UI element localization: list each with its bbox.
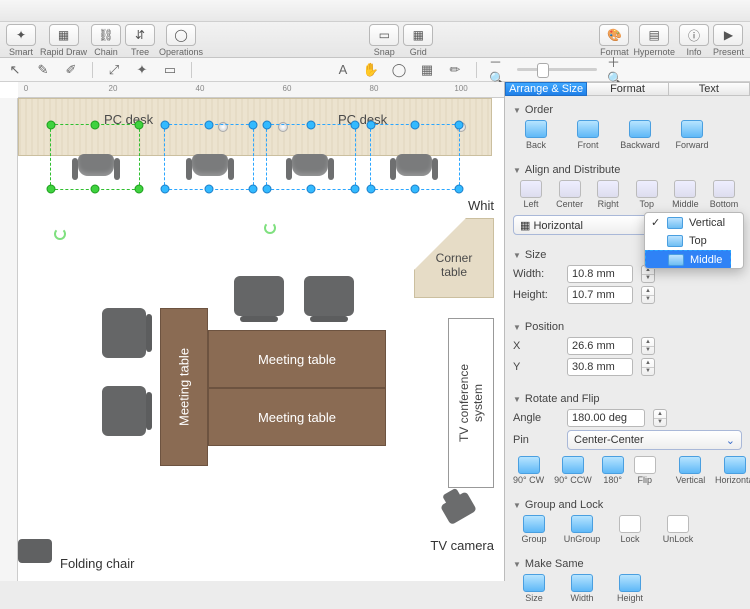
- meeting-chair[interactable]: [102, 308, 146, 358]
- swatch-tool-icon[interactable]: ▦: [418, 61, 436, 79]
- rotate-180-button[interactable]: 180°: [602, 456, 624, 485]
- zoom-slider[interactable]: [517, 68, 597, 71]
- ungroup-button[interactable]: UnGroup: [565, 515, 599, 544]
- meeting-chair[interactable]: [102, 386, 146, 436]
- pin-combo[interactable]: Center-Center⌄: [567, 430, 742, 450]
- tab-text[interactable]: Text: [669, 82, 750, 96]
- align-bottom-button[interactable]: Bottom: [708, 180, 740, 209]
- tab-arrange-size[interactable]: Arrange & Size: [505, 82, 587, 96]
- menu-item-top[interactable]: Top: [645, 232, 743, 250]
- folding-chair-label: Folding chair: [60, 556, 134, 571]
- section-position[interactable]: Position: [513, 321, 742, 333]
- align-top-button[interactable]: Top: [631, 180, 663, 209]
- height-input[interactable]: 10.7 mm: [567, 286, 633, 304]
- tv-conference-system[interactable]: TV conference system: [448, 318, 494, 488]
- group-button[interactable]: Group: [517, 515, 551, 544]
- canvas-area[interactable]: 0 20 40 60 80 100 PC desk PC desk: [0, 82, 504, 581]
- spinner-icon: [54, 228, 66, 240]
- align-right-button[interactable]: Right: [592, 180, 624, 209]
- brush-tool-icon[interactable]: ✎: [34, 61, 52, 79]
- width-input[interactable]: 10.8 mm: [567, 265, 633, 283]
- chain-button[interactable]: ⛓Chain: [91, 24, 121, 57]
- menu-item-vertical[interactable]: ✓Vertical: [645, 213, 743, 232]
- smart-button[interactable]: ✦Smart: [6, 24, 36, 57]
- section-make-same[interactable]: Make Same: [513, 558, 742, 570]
- selection[interactable]: [266, 124, 356, 190]
- rapid-draw-button[interactable]: ▦Rapid Draw: [40, 24, 87, 57]
- lock-button[interactable]: Lock: [613, 515, 647, 544]
- folding-chair[interactable]: [18, 539, 52, 563]
- dropper-tool-icon[interactable]: ✐: [62, 61, 80, 79]
- tree-button[interactable]: ⇵Tree: [125, 24, 155, 57]
- order-backward-button[interactable]: Backward: [621, 120, 659, 150]
- inspector-panel: Arrange & Size Format Text Order Back Fr…: [504, 82, 750, 581]
- meeting-table[interactable]: Meeting table: [208, 388, 386, 446]
- present-button[interactable]: ▶Present: [713, 24, 744, 57]
- section-order[interactable]: Order: [513, 104, 742, 116]
- hypernote-button[interactable]: ▤Hypernote: [633, 24, 675, 57]
- y-input[interactable]: 30.8 mm: [567, 358, 633, 376]
- flip-horizontal-button[interactable]: Horizontal: [715, 456, 750, 485]
- flip-vertical-button[interactable]: Vertical: [676, 456, 706, 485]
- drawing-toolbar: ↖ ✎ ✐ ⤢ ✦ ▭ A ✋ ◯ ▦ ✏ －🔍 ＋🔍: [0, 58, 750, 82]
- pointer-tool-icon[interactable]: ↖: [6, 61, 24, 79]
- selection[interactable]: [370, 124, 460, 190]
- order-forward-button[interactable]: Forward: [673, 120, 711, 150]
- unlock-button[interactable]: UnLock: [661, 515, 695, 544]
- ruler-vertical: [0, 98, 18, 581]
- section-group[interactable]: Group and Lock: [513, 499, 742, 511]
- window-titlebar: Unsaved ConceptDraw DIAGRAM Document - F…: [0, 0, 750, 22]
- shape-tool-icon[interactable]: ◯: [390, 61, 408, 79]
- y-stepper[interactable]: ▲▼: [641, 358, 655, 376]
- crop-tool-icon[interactable]: ▭: [161, 61, 179, 79]
- wand-tool-icon[interactable]: ✦: [133, 61, 151, 79]
- zoom-out-icon[interactable]: －🔍: [489, 61, 507, 79]
- flip-button[interactable]: Flip: [634, 456, 656, 485]
- info-button[interactable]: ⓘInfo: [679, 24, 709, 57]
- same-width-button[interactable]: Width: [565, 574, 599, 603]
- selection[interactable]: [50, 124, 140, 190]
- rotate-ccw-button[interactable]: 90° CCW: [554, 456, 592, 485]
- zoom-in-icon[interactable]: ＋🔍: [607, 61, 625, 79]
- align-middle-button[interactable]: Middle: [669, 180, 701, 209]
- x-input[interactable]: 26.6 mm: [567, 337, 633, 355]
- rotate-cw-button[interactable]: 90° CW: [513, 456, 544, 485]
- meeting-table[interactable]: Meeting table: [208, 330, 386, 388]
- operations-button[interactable]: ◯Operations: [159, 24, 203, 57]
- corner-table[interactable]: Corner table: [414, 218, 494, 298]
- same-height-button[interactable]: Height: [613, 574, 647, 603]
- align-center-button[interactable]: Center: [554, 180, 586, 209]
- menu-item-middle[interactable]: Middle: [645, 250, 731, 269]
- angle-input[interactable]: 180.00 deg: [567, 409, 645, 427]
- spinner-icon: [264, 222, 276, 234]
- whiteboard-label: Whit: [468, 198, 494, 213]
- meeting-table-vertical[interactable]: Meeting table: [160, 308, 208, 466]
- height-stepper[interactable]: ▲▼: [641, 286, 655, 304]
- main-toolbar: ✦Smart ▦Rapid Draw ⛓Chain ⇵Tree ◯Operati…: [0, 22, 750, 58]
- same-size-button[interactable]: Size: [517, 574, 551, 603]
- hand-tool-icon[interactable]: ✋: [362, 61, 380, 79]
- text-tool-icon[interactable]: A: [334, 61, 352, 79]
- section-rotate[interactable]: Rotate and Flip: [513, 393, 742, 405]
- order-front-button[interactable]: Front: [569, 120, 607, 150]
- meeting-chair[interactable]: [234, 276, 284, 316]
- tab-format[interactable]: Format: [587, 82, 668, 96]
- snap-button[interactable]: ▭Snap: [369, 24, 399, 57]
- order-back-button[interactable]: Back: [517, 120, 555, 150]
- pencil-tool-icon[interactable]: ✏: [446, 61, 464, 79]
- selection[interactable]: [164, 124, 254, 190]
- align-left-button[interactable]: Left: [515, 180, 547, 209]
- resize-tool-icon[interactable]: ⤢: [105, 61, 123, 79]
- section-align[interactable]: Align and Distribute: [513, 164, 742, 176]
- ruler-horizontal: 0 20 40 60 80 100: [18, 82, 504, 98]
- distribute-menu: ✓Vertical Top Middle Bottom: [644, 212, 744, 269]
- angle-stepper[interactable]: ▲▼: [653, 409, 667, 427]
- tv-camera[interactable]: [440, 491, 486, 541]
- tv-camera-label: TV camera: [430, 538, 494, 553]
- x-stepper[interactable]: ▲▼: [641, 337, 655, 355]
- grid-button[interactable]: ▦Grid: [403, 24, 433, 57]
- meeting-chair[interactable]: [304, 276, 354, 316]
